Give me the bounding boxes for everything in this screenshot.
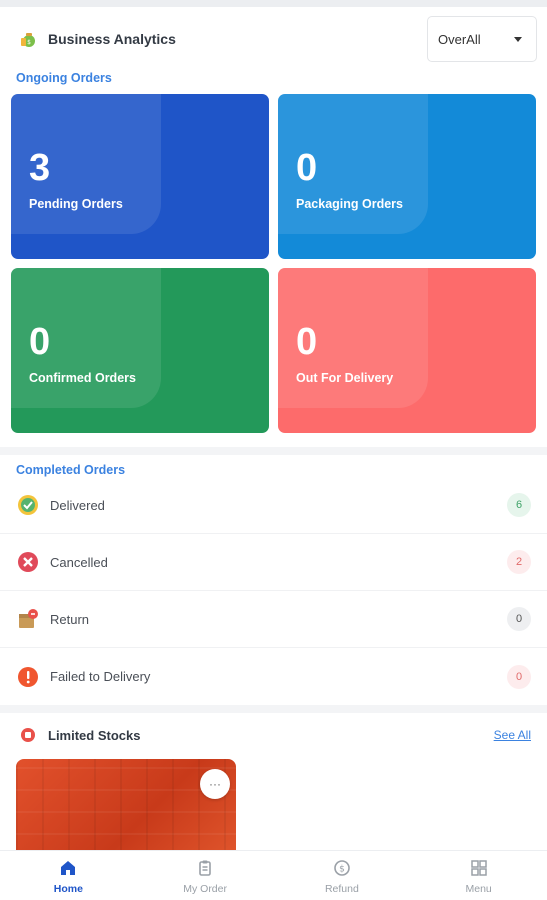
cancelled-count-badge: 2 [507,550,531,574]
period-filter-dropdown[interactable]: OverAll [427,16,537,62]
title-wrap: $ Business Analytics [16,27,176,51]
row-label: Cancelled [50,554,108,570]
out-for-delivery-count: 0 [296,321,318,363]
failed-icon [16,665,40,689]
stock-alert-icon [16,723,40,747]
completed-row-cancelled[interactable]: Cancelled 2 [0,534,547,591]
business-analytics-section: $ Business Analytics OverAll Ongoing Ord… [0,7,547,447]
period-filter-value: OverAll [438,31,481,47]
nav-item-home[interactable]: Home [23,856,113,895]
top-strip [0,0,547,7]
delivered-count-badge: 6 [507,493,531,517]
row-left: Return [16,607,89,631]
limited-stocks-header: Limited Stocks See All [16,723,531,747]
packaging-orders-card[interactable]: 0 Packaging Orders [278,94,536,259]
completed-orders-label: Completed Orders [16,463,126,477]
clipboard-icon [193,856,217,880]
nav-item-menu[interactable]: Menu [434,856,524,895]
return-count-badge: 0 [507,607,531,631]
ongoing-orders-grid: 3 Pending Orders 0 Packaging Orders 0 Co… [0,85,547,433]
analytics-header: $ Business Analytics OverAll [0,7,547,71]
completed-row-delivered[interactable]: Delivered 6 [0,477,547,534]
return-icon [16,607,40,631]
svg-text:$: $ [339,865,345,875]
ongoing-orders-label: Ongoing Orders [16,71,112,85]
row-label: Return [50,611,90,627]
see-all-link[interactable]: See All [494,728,531,742]
page-title: Business Analytics [48,31,176,47]
row-label: Delivered [50,497,105,513]
out-for-delivery-card[interactable]: 0 Out For Delivery [278,268,536,433]
pending-orders-label: Pending Orders [29,197,123,211]
confirmed-orders-label: Confirmed Orders [29,371,136,385]
confirmed-orders-card[interactable]: 0 Confirmed Orders [11,268,269,433]
nav-item-my-order[interactable]: My Order [160,856,250,895]
packaging-orders-label: Packaging Orders [296,197,403,211]
home-icon [56,856,80,880]
pending-orders-card[interactable]: 3 Pending Orders [11,94,269,259]
nav-label-home: Home [53,883,83,895]
limited-stocks-title: Limited Stocks [48,727,141,743]
nav-label-refund: Refund [324,883,359,895]
cancelled-icon [16,550,40,574]
packaging-orders-count: 0 [296,147,318,189]
chevron-down-icon [514,36,522,42]
completed-orders-section: Completed Orders Delivered 6 Cancelled 2… [0,455,547,705]
row-left: Delivered [16,493,105,517]
nav-label-my-order: My Order [183,883,227,895]
money-bag-icon: $ [16,27,40,51]
row-label: Failed to Delivery [50,669,151,684]
bottom-navigation: Home My Order $ Refund Menu [0,850,547,900]
refund-icon: $ [330,856,354,880]
row-left: Failed to Delivery [16,665,150,689]
svg-text:$: $ [27,39,31,46]
confirmed-orders-count: 0 [29,321,51,363]
pending-orders-count: 3 [29,147,51,189]
grid-icon [467,856,491,880]
nav-label-menu: Menu [465,883,492,895]
completed-row-return[interactable]: Return 0 [0,591,547,648]
more-options-button[interactable]: ··· [200,769,230,799]
limited-stocks-title-wrap: Limited Stocks [16,723,140,747]
nav-item-refund[interactable]: $ Refund [297,856,387,895]
row-left: Cancelled [16,550,108,574]
delivered-icon [16,493,40,517]
out-for-delivery-label: Out For Delivery [296,371,394,385]
completed-row-failed[interactable]: Failed to Delivery 0 [0,648,547,705]
failed-count-badge: 0 [507,664,531,689]
